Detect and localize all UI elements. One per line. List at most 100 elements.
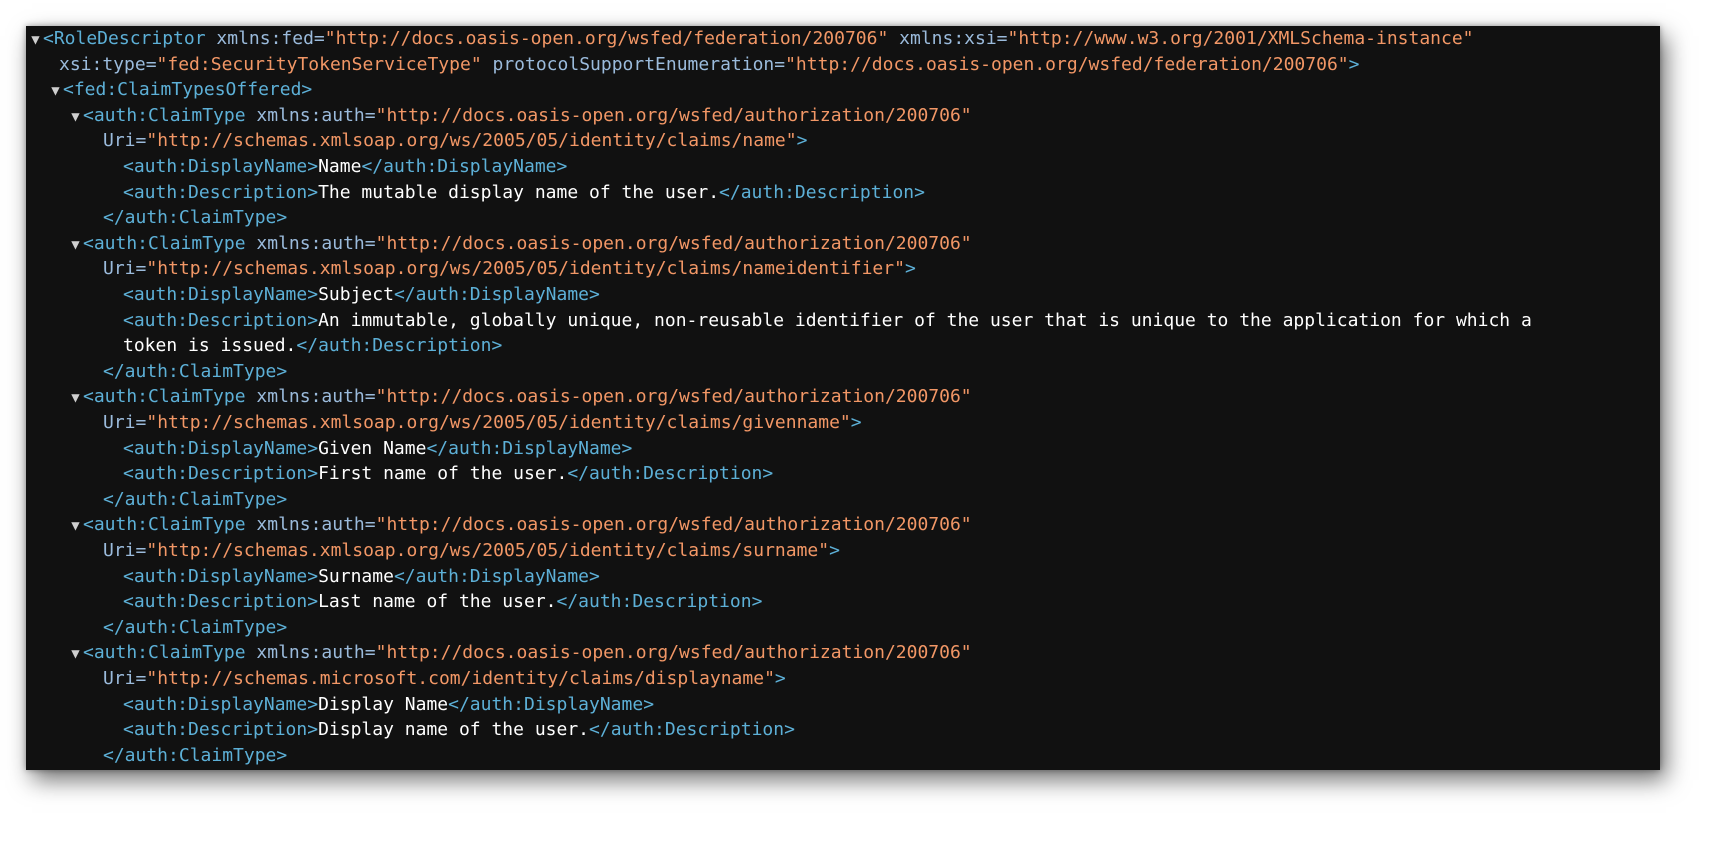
xml-attribute-value: "http://docs.oasis-open.org/wsfed/federa… [785, 53, 1349, 75]
xml-tag: <auth:ClaimType [83, 514, 246, 536]
xml-line: Uri="http://schemas.xmlsoap.org/ws/2005/… [103, 256, 916, 282]
xml-text: Surname [318, 565, 394, 587]
xml-text: Given Name [318, 437, 427, 459]
xml-line: </auth:ClaimType> [103, 743, 287, 769]
xml-attribute-name: xmlns:auth= [245, 104, 376, 126]
xml-text: First name of the user. [318, 463, 568, 485]
xml-attribute-name: Uri= [103, 668, 147, 689]
xml-tag: <auth:ClaimType [83, 232, 246, 254]
xml-tag: </auth:Description> [719, 181, 925, 203]
triangle-down-icon[interactable]: ▼ [68, 642, 83, 668]
xml-line: <auth:Description>Last name of the user.… [123, 589, 762, 615]
xml-attribute-name: Uri= [103, 540, 147, 561]
triangle-down-icon[interactable]: ▼ [68, 386, 83, 412]
xml-tag: <auth:DisplayName> [123, 156, 319, 177]
xml-tag: </auth:Description> [567, 463, 774, 485]
xml-line: <auth:DisplayName>Subject</auth:DisplayN… [123, 282, 600, 308]
xml-line: <auth:DisplayName>Display Name</auth:Dis… [123, 692, 654, 718]
xml-attribute-value: "http://docs.oasis-open.org/wsfed/author… [375, 386, 972, 408]
xml-tag: > [850, 412, 862, 433]
xml-line: Uri="http://schemas.xmlsoap.org/ws/2005/… [103, 538, 840, 564]
xml-tag: > [796, 130, 808, 152]
xml-tag: </auth:DisplayName> [393, 565, 600, 587]
xml-attribute-value: "http://docs.oasis-open.org/wsfed/author… [375, 514, 972, 536]
xml-line: ▼ <fed:ClaimTypesOffered> [48, 77, 312, 103]
xml-line: xsi:type="fed:SecurityTokenServiceType" … [59, 52, 1359, 78]
xml-line: <auth:DisplayName>Surname</auth:DisplayN… [123, 564, 600, 590]
triangle-down-icon[interactable]: ▼ [68, 233, 83, 259]
xml-line: Uri="http://schemas.xmlsoap.org/ws/2005/… [103, 410, 862, 436]
xml-attribute-name: xsi:type= [59, 53, 157, 75]
xml-attribute-value: "http://www.w3.org/2001/XMLSchema-instan… [1007, 28, 1474, 49]
xml-text: Subject [318, 284, 394, 305]
xml-line: ▼ <RoleDescriptor xmlns:fed="http://docs.… [28, 26, 1474, 54]
xml-tag: </auth:ClaimType> [103, 207, 288, 229]
xml-line: ▼ <auth:ClaimType xmlns:auth="http://docs… [68, 103, 972, 131]
xml-tag: <auth:DisplayName> [123, 565, 319, 587]
xml-tag: </auth:ClaimType> [103, 616, 288, 638]
xml-line: ▼ <auth:ClaimType xmlns:auth="http://docs… [68, 512, 972, 540]
xml-line: </auth:ClaimType> [103, 359, 287, 385]
xml-line: token is issued.</auth:Description> [123, 333, 502, 359]
xml-text: Display name of the user. [318, 719, 590, 741]
triangle-down-icon[interactable]: ▼ [28, 28, 43, 54]
xml-tag: <auth:DisplayName> [123, 693, 319, 715]
xml-tag: </auth:ClaimType> [103, 744, 288, 766]
xml-tag: <auth:ClaimType [83, 104, 246, 126]
xml-attribute-value: "http://schemas.xmlsoap.org/ws/2005/05/i… [146, 258, 905, 280]
xml-text: token is issued. [123, 335, 297, 357]
xml-tag: <auth:Description> [123, 309, 319, 331]
xml-tag: <auth:DisplayName> [123, 437, 319, 459]
xml-tag: <auth:Description> [123, 181, 319, 203]
xml-tag: </auth:DisplayName> [448, 693, 655, 715]
xml-tag: </auth:Description> [296, 335, 503, 357]
xml-attribute-value: "http://docs.oasis-open.org/wsfed/author… [375, 232, 972, 254]
xml-text: Display Name [318, 693, 449, 715]
xml-tag: <fed:ClaimTypesOffered> [63, 79, 313, 101]
xml-text: The mutable display name of the user. [318, 181, 720, 203]
xml-line: <auth:Description>First name of the user… [123, 461, 773, 487]
xml-text: An immutable, globally unique, non-reusa… [318, 309, 1532, 331]
xml-attribute-name: xmlns:auth= [245, 232, 376, 254]
triangle-down-icon[interactable]: ▼ [48, 79, 63, 105]
xml-tag: > [904, 258, 916, 280]
xml-attribute-value: "http://schemas.xmlsoap.org/ws/2005/05/i… [146, 540, 830, 561]
xml-line: <auth:Description>An immutable, globally… [123, 308, 1532, 334]
xml-tag: </auth:Description> [589, 719, 795, 741]
xml-tag: </auth:ClaimType> [103, 360, 288, 382]
xml-tag: <auth:Description> [123, 591, 319, 613]
xml-attribute-value: "http://schemas.xmlsoap.org/ws/2005/05/i… [146, 130, 797, 152]
xml-text: Name [318, 156, 362, 177]
triangle-down-icon[interactable]: ▼ [68, 105, 83, 131]
xml-viewer: ▼ <RoleDescriptor xmlns:fed="http://docs.… [26, 26, 1660, 770]
triangle-down-icon[interactable]: ▼ [68, 514, 83, 540]
xml-attribute-name: xmlns:fed= [205, 28, 325, 49]
xml-line: Uri="http://schemas.microsoft.com/identi… [103, 666, 786, 692]
xml-tag: </auth:DisplayName> [361, 156, 568, 177]
xml-attribute-value: "http://schemas.microsoft.com/identity/c… [146, 668, 775, 689]
xml-tag: <auth:ClaimType [83, 642, 246, 664]
xml-attribute-value: "fed:SecurityTokenServiceType" [156, 53, 482, 75]
xml-tag: <auth:DisplayName> [123, 284, 319, 305]
xml-attribute-value: "http://docs.oasis-open.org/wsfed/author… [375, 104, 972, 126]
xml-line: <auth:DisplayName>Given Name</auth:Displ… [123, 436, 632, 462]
xml-line: ▼ <auth:ClaimType xmlns:auth="http://docs… [68, 231, 972, 259]
xml-attribute-name: protocolSupportEnumeration= [481, 53, 786, 75]
xml-tag: </auth:ClaimType> [103, 488, 288, 510]
xml-tag: <auth:Description> [123, 719, 319, 741]
xml-attribute-value: "http://schemas.xmlsoap.org/ws/2005/05/i… [146, 412, 851, 433]
xml-attribute-name: Uri= [103, 258, 147, 280]
xml-tag: <RoleDescriptor [43, 28, 206, 49]
xml-line: <auth:Description>Display name of the us… [123, 717, 795, 743]
xml-tag: </auth:DisplayName> [393, 284, 600, 305]
xml-attribute-name: Uri= [103, 130, 147, 152]
xml-attribute-value: "http://docs.oasis-open.org/wsfed/author… [375, 642, 972, 664]
xml-attribute-value: "http://docs.oasis-open.org/wsfed/federa… [324, 28, 889, 49]
xml-attribute-name: Uri= [103, 412, 147, 433]
xml-line: </auth:ClaimType> [103, 615, 287, 641]
xml-line: <auth:Description>The mutable display na… [123, 180, 925, 206]
xml-line: </auth:ClaimType> [103, 487, 287, 513]
xml-tag: > [829, 540, 840, 561]
xml-tag: </auth:DisplayName> [426, 437, 633, 459]
xml-line: Uri="http://schemas.xmlsoap.org/ws/2005/… [103, 128, 807, 154]
